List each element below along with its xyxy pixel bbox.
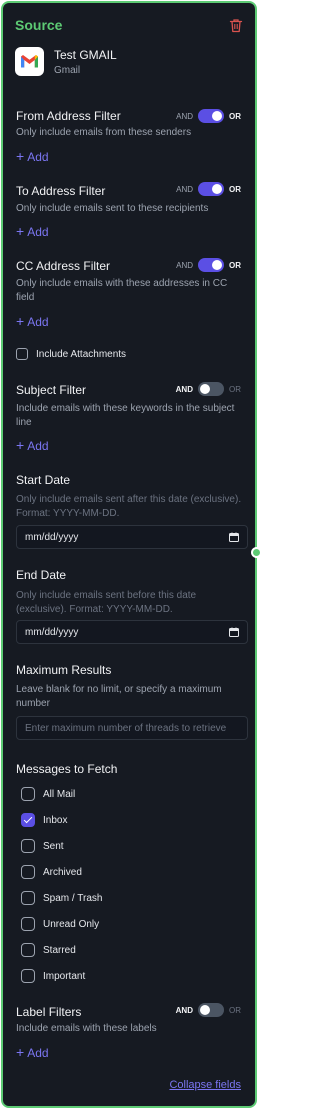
checkbox[interactable] xyxy=(21,943,35,957)
cc-filter-toggle[interactable] xyxy=(198,258,224,272)
plus-icon: + xyxy=(16,223,25,239)
from-filter-desc: Only include emails from these senders xyxy=(16,127,192,138)
message-option-archived[interactable]: Archived xyxy=(21,865,82,879)
to-filter-title: To Address Filter xyxy=(16,184,106,198)
message-option-all-mail[interactable]: All Mail xyxy=(21,787,75,801)
node-title: Source xyxy=(15,17,63,33)
message-option-sent[interactable]: Sent xyxy=(21,839,64,853)
trash-icon[interactable] xyxy=(229,18,243,33)
from-add-button[interactable]: + Add xyxy=(16,148,49,164)
end-date-desc: Only include emails sent before this dat… xyxy=(16,590,197,615)
checkbox[interactable] xyxy=(21,891,35,905)
checkbox[interactable] xyxy=(21,839,35,853)
cc-add-button[interactable]: + Add xyxy=(16,313,49,329)
checkbox[interactable] xyxy=(21,865,35,879)
start-date-title: Start Date xyxy=(16,473,71,487)
to-add-button[interactable]: + Add xyxy=(16,223,49,239)
subject-filter-toggle-group: AND OR xyxy=(176,382,241,396)
collapse-fields-link[interactable]: Collapse fields xyxy=(169,1079,241,1091)
message-option-label: Sent xyxy=(43,840,64,852)
include-attachments-checkbox[interactable] xyxy=(16,348,28,360)
node-header: Source xyxy=(15,17,243,37)
checkbox[interactable] xyxy=(21,917,35,931)
to-filter-desc: Only include emails sent to these recipi… xyxy=(16,203,209,214)
or-label: OR xyxy=(229,384,241,394)
gmail-logo-icon xyxy=(15,47,44,76)
to-filter-toggle[interactable] xyxy=(198,182,224,196)
and-label: AND xyxy=(175,384,193,394)
subject-filter-desc: Include emails with these keywords in th… xyxy=(16,403,235,428)
end-date-input[interactable]: mm/dd/yyyy xyxy=(16,620,248,644)
output-connector-handle[interactable] xyxy=(251,547,262,558)
from-filter-toggle[interactable] xyxy=(198,109,224,123)
or-label: OR xyxy=(229,184,241,194)
calendar-icon[interactable] xyxy=(229,627,239,637)
message-option-label: Important xyxy=(43,970,86,982)
subject-filter-toggle[interactable] xyxy=(198,382,224,396)
max-results-title: Maximum Results xyxy=(16,663,112,677)
message-option-inbox[interactable]: Inbox xyxy=(21,813,67,827)
to-filter-toggle-group: AND OR xyxy=(176,182,241,196)
check-icon[interactable] xyxy=(21,813,35,827)
max-results-desc: Leave blank for no limit, or specify a m… xyxy=(16,684,222,709)
and-label: AND xyxy=(176,184,193,194)
end-date-value: mm/dd/yyyy xyxy=(25,627,79,638)
or-label: OR xyxy=(229,260,241,270)
message-option-label: Archived xyxy=(43,866,82,878)
message-option-label: Spam / Trash xyxy=(43,892,103,904)
checkbox[interactable] xyxy=(21,787,35,801)
and-label: AND xyxy=(175,1005,193,1015)
label-filters-title: Label Filters xyxy=(16,1005,82,1019)
account-service: Gmail xyxy=(54,65,81,76)
cc-filter-title: CC Address Filter xyxy=(16,259,111,273)
or-label: OR xyxy=(229,111,241,121)
message-option-spam-trash[interactable]: Spam / Trash xyxy=(21,891,102,905)
plus-icon: + xyxy=(16,437,25,453)
message-option-label: Starred xyxy=(43,944,76,956)
cc-filter-toggle-group: AND OR xyxy=(176,258,241,272)
account-name: Test GMAIL xyxy=(54,48,117,62)
label-filters-toggle-group: AND OR xyxy=(176,1003,241,1017)
from-filter-title: From Address Filter xyxy=(16,109,121,123)
subject-add-button[interactable]: + Add xyxy=(16,437,49,453)
label-filters-desc: Include emails with these labels xyxy=(16,1023,157,1034)
message-option-important[interactable]: Important xyxy=(21,969,85,983)
start-date-desc: Only include emails sent after this date… xyxy=(16,494,242,519)
start-date-value: mm/dd/yyyy xyxy=(25,532,79,543)
source-node-panel: Source Test GMAIL Gmail From Address Fil… xyxy=(1,1,257,1108)
include-attachments-label: Include Attachments xyxy=(36,348,127,360)
message-option-label: All Mail xyxy=(43,788,76,800)
start-date-input[interactable]: mm/dd/yyyy xyxy=(16,525,248,549)
include-attachments-row[interactable]: Include Attachments xyxy=(16,347,126,361)
message-option-label: Inbox xyxy=(43,814,68,826)
message-option-label: Unread Only xyxy=(43,918,100,930)
label-add-button[interactable]: + Add xyxy=(16,1044,49,1060)
messages-title: Messages to Fetch xyxy=(16,762,118,776)
account-info: Test GMAIL Gmail xyxy=(15,47,243,77)
plus-icon: + xyxy=(16,313,25,329)
and-label: AND xyxy=(176,111,193,121)
and-label: AND xyxy=(176,260,193,270)
or-label: OR xyxy=(229,1005,241,1015)
plus-icon: + xyxy=(16,148,25,164)
checkbox[interactable] xyxy=(21,969,35,983)
message-option-unread-only[interactable]: Unread Only xyxy=(21,917,99,931)
message-option-starred[interactable]: Starred xyxy=(21,943,76,957)
label-filters-toggle[interactable] xyxy=(198,1003,224,1017)
end-date-title: End Date xyxy=(16,568,67,582)
subject-filter-title: Subject Filter xyxy=(16,383,87,397)
max-results-input[interactable]: Enter maximum number of threads to retri… xyxy=(16,716,248,740)
plus-icon: + xyxy=(16,1044,25,1060)
cc-filter-desc: Only include emails with these addresses… xyxy=(16,278,228,303)
calendar-icon[interactable] xyxy=(229,532,239,542)
from-filter-toggle-group: AND OR xyxy=(176,109,241,123)
